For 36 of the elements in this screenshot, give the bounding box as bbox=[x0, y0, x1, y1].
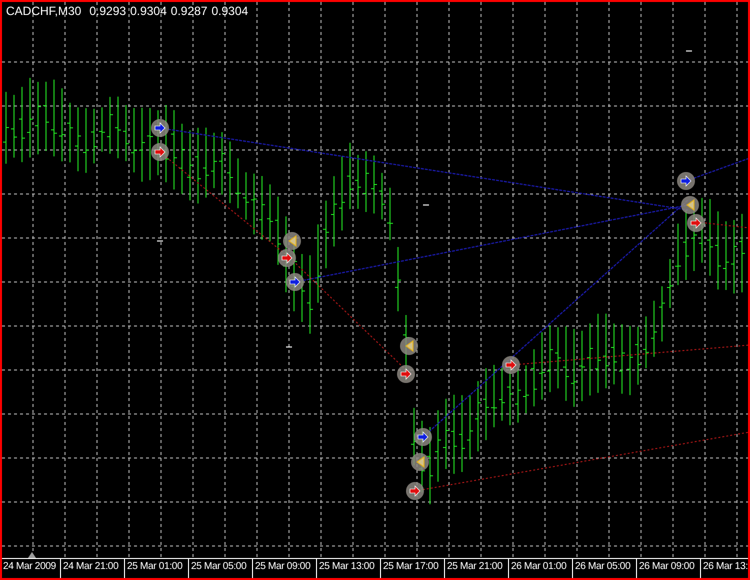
dash-mark bbox=[286, 346, 292, 348]
time-axis-label: 25 Mar 21:00 bbox=[447, 561, 502, 572]
signal-marker-icon bbox=[151, 143, 169, 161]
signal-marker-icon bbox=[414, 428, 432, 446]
price-quote: 0.9287 bbox=[170, 3, 208, 19]
signal-marker-icon bbox=[406, 482, 424, 500]
chart-symbol: CADCHF,M30 bbox=[6, 3, 82, 19]
signal-marker-icon bbox=[677, 172, 695, 190]
time-axis-label: 26 Mar 09:00 bbox=[639, 561, 694, 572]
time-axis-label: 24 Mar 21:00 bbox=[63, 561, 118, 572]
time-axis-label: 26 Mar 05:00 bbox=[575, 561, 630, 572]
time-axis-label: 26 Mar 13: bbox=[703, 561, 748, 572]
signal-marker-icon bbox=[400, 337, 418, 355]
time-axis-label: 25 Mar 09:00 bbox=[255, 561, 310, 572]
time-axis-label: 25 Mar 13:00 bbox=[319, 561, 374, 572]
signal-marker-icon bbox=[411, 453, 429, 471]
price-quote: 0.9293 bbox=[89, 3, 126, 19]
time-axis-label: 26 Mar 01:00 bbox=[511, 561, 566, 572]
signal-marker-icon bbox=[681, 196, 699, 214]
signal-marker-icon bbox=[151, 119, 169, 137]
signal-marker-icon bbox=[278, 249, 296, 267]
price-quote: 0.9304 bbox=[130, 3, 167, 19]
price-quote: 0.9304 bbox=[211, 3, 248, 19]
dash-mark bbox=[686, 50, 692, 52]
triangle-icon bbox=[28, 552, 36, 558]
dash-mark bbox=[156, 240, 164, 242]
time-axis-label: 25 Mar 17:00 bbox=[383, 561, 438, 572]
time-axis-label: 24 Mar 2009 bbox=[3, 561, 56, 572]
signal-marker-icon bbox=[397, 365, 415, 383]
signal-marker-icon bbox=[687, 214, 705, 232]
time-axis-label: 25 Mar 05:00 bbox=[191, 561, 246, 572]
dash-mark bbox=[422, 204, 430, 206]
signal-marker-icon bbox=[286, 273, 304, 291]
signal-marker-icon bbox=[502, 356, 520, 374]
time-axis-label: 25 Mar 01:00 bbox=[127, 561, 182, 572]
signal-marker-icon bbox=[283, 232, 301, 250]
